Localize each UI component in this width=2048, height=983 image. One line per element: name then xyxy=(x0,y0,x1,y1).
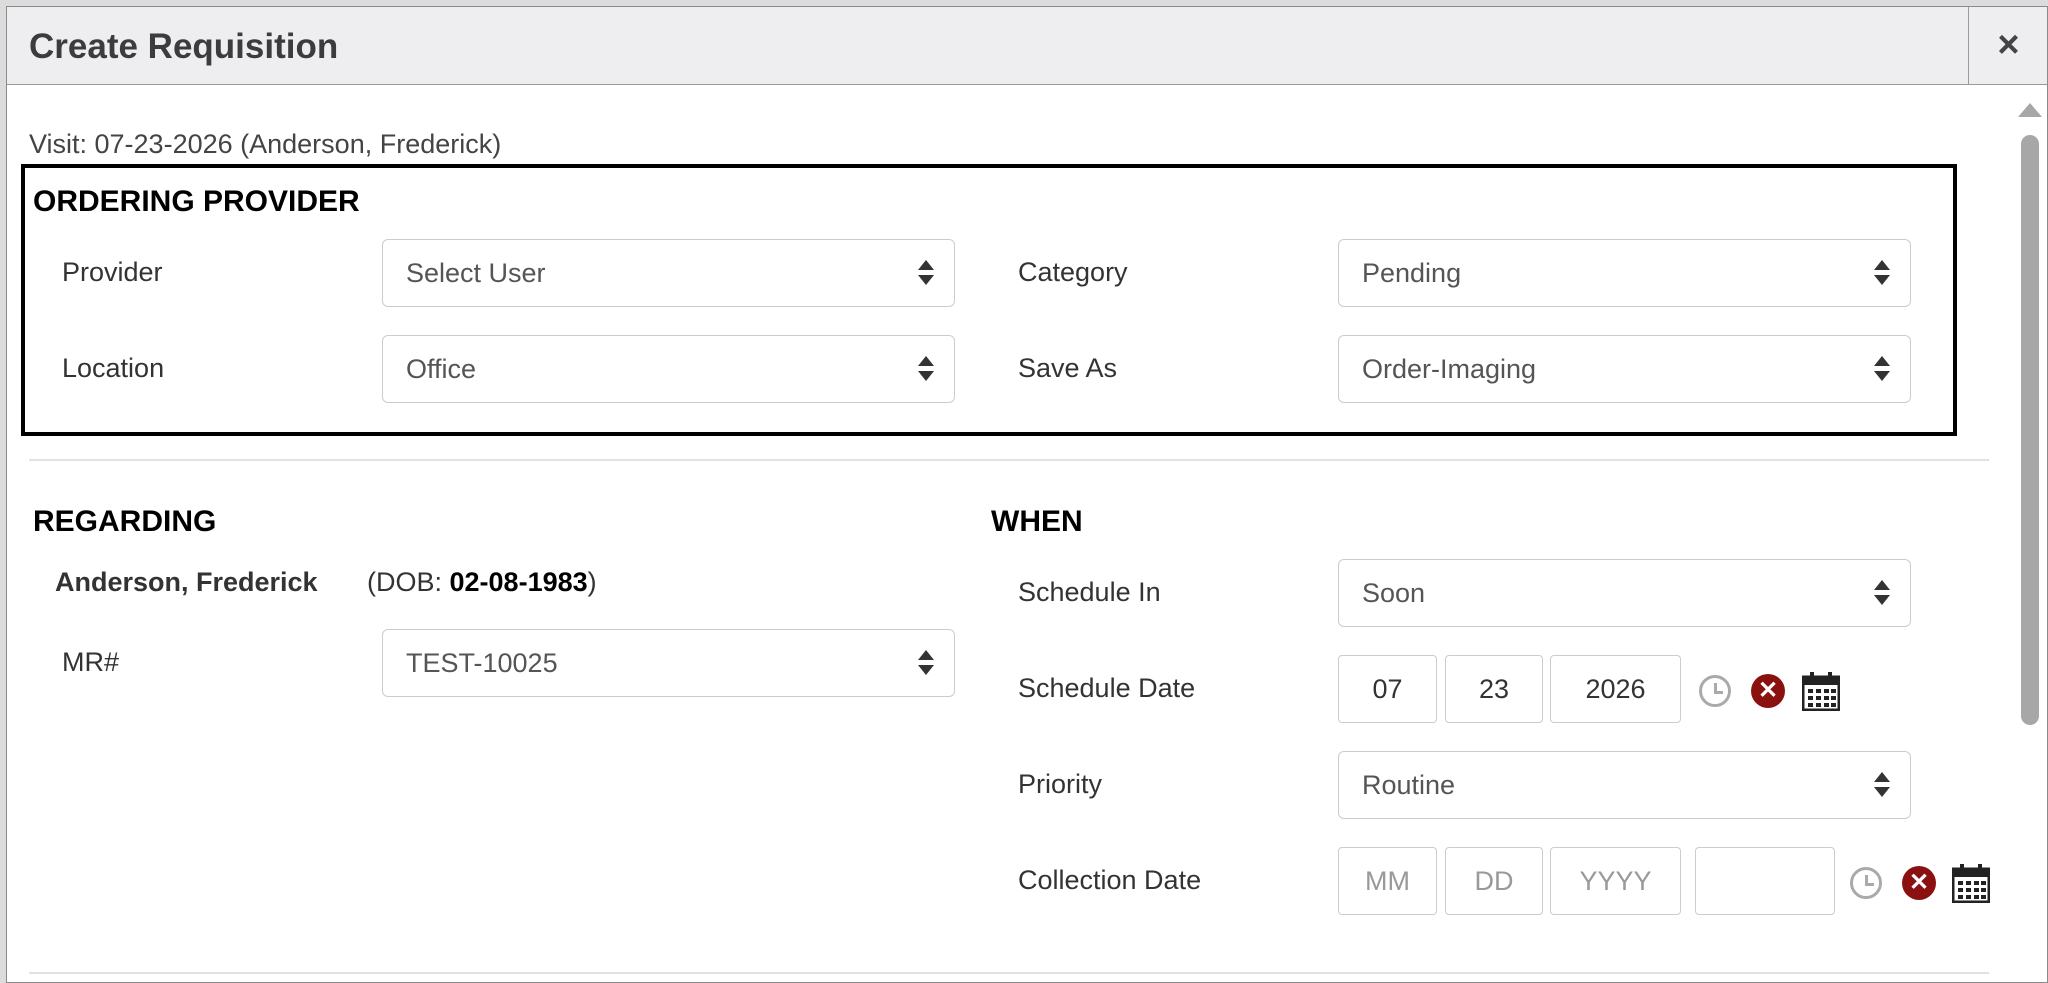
save-as-select[interactable]: Order-Imaging xyxy=(1338,335,1911,403)
chevron-up-down-icon xyxy=(918,356,934,384)
patient-dob: (DOB: 02-08-1983) xyxy=(367,567,597,598)
collection-year-input[interactable] xyxy=(1550,847,1681,915)
clock-icon[interactable] xyxy=(1850,867,1882,899)
clear-icon[interactable]: ✕ xyxy=(1902,866,1936,900)
schedule-year-input[interactable]: 2026 xyxy=(1550,655,1681,723)
calendar-icon[interactable] xyxy=(1801,671,1841,716)
regarding-title: REGARDING xyxy=(33,505,217,538)
schedule-date-label: Schedule Date xyxy=(1018,673,1196,703)
provider-label: Provider xyxy=(62,257,163,287)
close-icon: × xyxy=(1997,24,2020,66)
section-divider xyxy=(29,459,1989,461)
close-button[interactable]: × xyxy=(1968,7,2047,84)
clear-icon[interactable]: ✕ xyxy=(1751,674,1785,708)
dob-value: 02-08-1983 xyxy=(449,567,588,597)
collection-month-input[interactable] xyxy=(1338,847,1437,915)
category-select-value: Pending xyxy=(1362,258,1462,288)
chevron-up-down-icon xyxy=(918,260,934,288)
calendar-icon[interactable] xyxy=(1951,863,1991,908)
schedule-month-input[interactable]: 07 xyxy=(1338,655,1437,723)
location-label: Location xyxy=(62,353,165,383)
collection-date-label: Collection Date xyxy=(1018,865,1202,895)
chevron-up-down-icon xyxy=(1874,356,1890,384)
create-requisition-dialog: Create Requisition × Visit: 07-23-2026 (… xyxy=(6,6,2048,983)
section-divider xyxy=(29,972,1989,974)
category-select[interactable]: Pending xyxy=(1338,239,1911,307)
clock-icon[interactable] xyxy=(1699,675,1731,707)
chevron-up-down-icon xyxy=(1874,260,1890,288)
mr-label: MR# xyxy=(62,647,120,677)
mr-select-value: TEST-10025 xyxy=(406,648,558,678)
location-select-value: Office xyxy=(406,354,477,384)
provider-select[interactable]: Select User xyxy=(382,239,955,307)
location-select[interactable]: Office xyxy=(382,335,955,403)
dialog-header: Create Requisition × xyxy=(7,7,2047,85)
collection-time-input[interactable] xyxy=(1695,847,1835,915)
save-as-select-value: Order-Imaging xyxy=(1362,354,1537,384)
ordering-provider-title: ORDERING PROVIDER xyxy=(33,185,360,218)
dob-prefix: (DOB: xyxy=(367,567,450,597)
category-label: Category xyxy=(1018,257,1128,287)
priority-select-value: Routine xyxy=(1362,770,1456,800)
schedule-day-input[interactable]: 23 xyxy=(1445,655,1543,723)
visit-info: Visit: 07-23-2026 (Anderson, Frederick) xyxy=(29,129,502,159)
chevron-up-down-icon xyxy=(1874,580,1890,608)
scroll-up-arrow-icon[interactable] xyxy=(2018,103,2042,117)
when-title: WHEN xyxy=(991,505,1083,538)
vertical-scrollbar[interactable] xyxy=(2013,91,2047,981)
provider-select-value: Select User xyxy=(406,258,546,288)
schedule-in-label: Schedule In xyxy=(1018,577,1161,607)
priority-label: Priority xyxy=(1018,769,1103,799)
schedule-in-select[interactable]: Soon xyxy=(1338,559,1911,627)
collection-day-input[interactable] xyxy=(1445,847,1543,915)
priority-select[interactable]: Routine xyxy=(1338,751,1911,819)
mr-select[interactable]: TEST-10025 xyxy=(382,629,955,697)
dob-suffix: ) xyxy=(587,567,597,597)
chevron-up-down-icon xyxy=(918,650,934,678)
chevron-up-down-icon xyxy=(1874,772,1890,800)
dialog-title: Create Requisition xyxy=(29,27,339,66)
save-as-label: Save As xyxy=(1018,353,1118,383)
schedule-in-select-value: Soon xyxy=(1362,578,1426,608)
scroll-thumb[interactable] xyxy=(2021,135,2039,725)
patient-name: Anderson, Frederick xyxy=(55,567,318,597)
